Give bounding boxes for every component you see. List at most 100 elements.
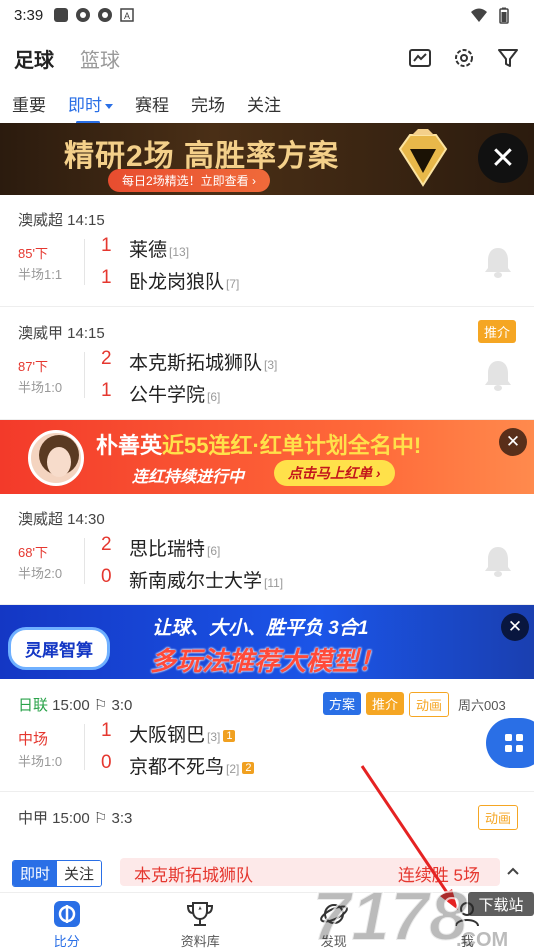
banner-headline: 朴善英近55连红·红单计划全名中! xyxy=(96,428,421,460)
banner-cta-button[interactable]: 点击马上红单 › xyxy=(274,460,395,486)
banner-subline: 多玩法推荐大模型！ xyxy=(150,646,385,676)
bell-icon[interactable] xyxy=(482,544,514,578)
result-text: 全名中! xyxy=(347,433,422,458)
away-team: 公牛学院 [6] xyxy=(129,380,220,407)
recommend-badge[interactable]: 推介 xyxy=(366,692,405,715)
team-name: 本克斯拓城狮队 xyxy=(129,353,263,374)
team-name: 新南威尔士大学 xyxy=(129,571,263,592)
team-rank: [6] xyxy=(207,544,221,558)
home-score: 2 xyxy=(101,534,112,555)
away-score: 1 xyxy=(101,267,112,288)
filter-icon[interactable] xyxy=(496,46,520,70)
divider xyxy=(84,239,85,285)
svg-text:A: A xyxy=(124,11,130,21)
chart-icon[interactable] xyxy=(408,46,432,70)
bell-icon[interactable] xyxy=(482,358,514,392)
home-score: 2 xyxy=(101,348,112,369)
team-rank: [2] xyxy=(226,762,240,776)
banner-subline: 连红持续进行中 xyxy=(132,469,245,486)
notification-icon xyxy=(53,7,69,23)
chevron-down-icon xyxy=(105,103,113,109)
recommend-badge[interactable]: 推介 xyxy=(478,320,517,343)
match-halftime: 半场1:1 xyxy=(18,267,63,282)
tab-finished[interactable]: 完场 xyxy=(191,91,225,116)
match-card[interactable]: 中甲 15:00 ⚐ 3:3 动画 xyxy=(0,793,534,856)
trophy-icon xyxy=(187,902,214,926)
avatar xyxy=(28,430,84,486)
team-name: 公牛学院 xyxy=(129,385,206,406)
football-icon xyxy=(75,7,91,23)
home-team: 思比瑞特 [6] xyxy=(129,534,220,561)
close-icon[interactable]: ✕ xyxy=(478,133,528,183)
team-name: 京都不死鸟 xyxy=(129,757,225,778)
close-icon[interactable]: ✕ xyxy=(501,613,529,641)
banner-pill: 每日2场精选！立即查看 › xyxy=(108,169,271,192)
match-time-score: 15:00 ⚐ 3:0 xyxy=(48,697,133,714)
match-status: 85'下 xyxy=(18,246,48,261)
yellow-card-count: 1 xyxy=(223,729,236,742)
promo-banner-plan[interactable]: 精研2场 高胜率方案 每日2场精选！立即查看 › ✕ xyxy=(0,123,534,195)
match-status: 68'下 xyxy=(18,545,48,560)
battery-icon xyxy=(498,7,514,24)
nav-label: 比分 xyxy=(53,934,80,949)
status-bar: 3:39 A xyxy=(0,0,534,30)
expert-name: 朴善英 xyxy=(96,433,163,458)
match-card[interactable]: 澳威超 14:15 85'下 半场1:1 1 莱德 [13] 1 卧龙岗狼队 [7] xyxy=(0,195,534,307)
match-card[interactable]: 澳威超 14:30 68'下 半场2:0 2 思比瑞特 [6] 0 新南威尔士大学… xyxy=(0,494,534,605)
team-name: 莱德 xyxy=(129,240,168,261)
tab-schedule[interactable]: 赛程 xyxy=(135,91,169,116)
match-league-time: 澳威超 14:15 xyxy=(18,212,105,229)
away-team: 京都不死鸟 [2] 2 xyxy=(129,752,255,779)
tab-basketball[interactable]: 篮球 xyxy=(80,44,120,73)
ticker-team: 本克斯拓城狮队 xyxy=(134,866,253,885)
team-rank: [7] xyxy=(226,277,240,291)
match-card[interactable]: 日联 15:00 ⚐ 3:0 方案 推介 动画 周六003 中场 半场1:0 1… xyxy=(0,680,534,792)
close-icon[interactable]: ✕ xyxy=(499,428,527,456)
team-rank: [3] xyxy=(207,730,221,744)
status-time: 3:39 xyxy=(14,6,44,24)
team-rank: [11] xyxy=(264,576,284,590)
team-name: 大阪钢巴 xyxy=(129,725,206,746)
tab-football[interactable]: 足球 xyxy=(14,44,54,73)
ticker-tab-live[interactable]: 即时 xyxy=(13,861,58,886)
watermark-text: 下载站 xyxy=(478,896,523,914)
tab-follow[interactable]: 关注 xyxy=(247,91,281,116)
home-team: 本克斯拓城狮队 [3] xyxy=(129,348,277,375)
top-header: 足球 篮球 xyxy=(0,38,534,78)
nav-database[interactable]: 资料库 xyxy=(134,893,268,950)
team-rank: [6] xyxy=(207,390,221,404)
home-score: 1 xyxy=(101,720,112,741)
promo-banner-ai-model[interactable]: 灵犀智算 让球、大小、胜平负 3合1 多玩法推荐大模型！ ✕ xyxy=(0,605,534,679)
team-rank: [13] xyxy=(169,245,190,259)
away-team: 新南威尔士大学 [11] xyxy=(129,566,283,593)
floating-grid-button[interactable] xyxy=(486,718,534,768)
tab-important[interactable]: 重要 xyxy=(12,91,46,116)
match-card[interactable]: 澳威甲 14:15 推介 87'下 半场1:0 2 本克斯拓城狮队 [3] 1 公… xyxy=(0,308,534,420)
banner-brand-chip: 灵犀智算 xyxy=(8,627,110,670)
animation-badge[interactable]: 动画 xyxy=(409,692,450,717)
match-halftime: 半场1:0 xyxy=(18,380,63,395)
home-team: 大阪钢巴 [3] 1 xyxy=(129,720,236,747)
bell-icon[interactable] xyxy=(482,245,514,279)
ticker-tab-follow[interactable]: 关注 xyxy=(57,861,102,886)
divider xyxy=(84,352,85,398)
football-icon xyxy=(97,7,113,23)
match-league-time: 澳威超 14:30 xyxy=(18,511,105,528)
team-name: 思比瑞特 xyxy=(129,539,206,560)
plan-badge[interactable]: 方案 xyxy=(323,692,362,715)
tab-live[interactable]: 即时 xyxy=(68,91,113,124)
nav-score[interactable]: 比分 xyxy=(0,893,134,950)
animation-badge[interactable]: 动画 xyxy=(478,805,519,830)
match-league-time: 日联 15:00 ⚐ 3:0 xyxy=(18,694,132,715)
match-league-time: 澳威甲 14:15 xyxy=(18,325,105,342)
match-code: 周六003 xyxy=(458,698,506,713)
promo-banner-expert[interactable]: 朴善英近55连红·红单计划全名中! 连红持续进行中 点击马上红单 › ✕ xyxy=(0,420,534,494)
site-watermark: 7178 .COM 下载站 xyxy=(311,876,534,950)
score-icon xyxy=(53,901,80,927)
home-score: 1 xyxy=(101,235,112,256)
tab-live-label: 即时 xyxy=(68,95,102,115)
gear-icon[interactable] xyxy=(452,46,476,70)
away-team: 卧龙岗狼队 [7] xyxy=(129,267,239,294)
streak-text: 近55连红·红单计划 xyxy=(162,433,348,458)
banner-headline: 让球、大小、胜平负 3合1 xyxy=(152,618,369,639)
